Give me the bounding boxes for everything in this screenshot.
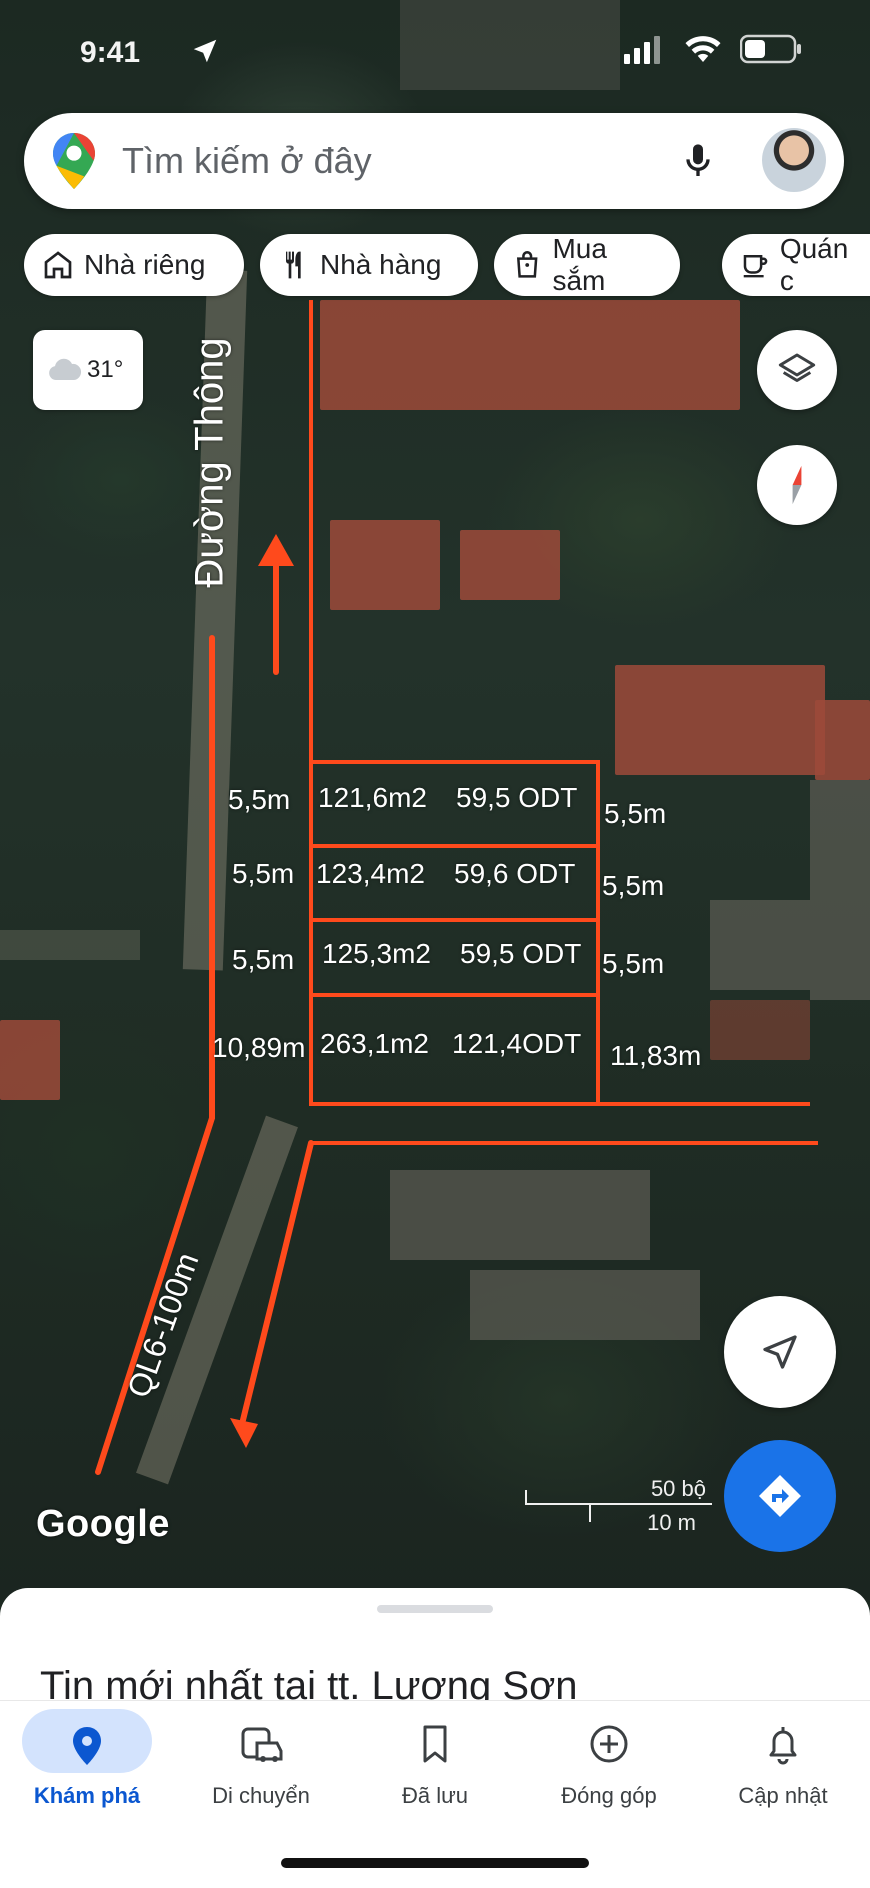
- nav-commute[interactable]: Di chuyển: [174, 1701, 348, 1831]
- lot-right-width: 5,5m: [604, 798, 667, 829]
- nav-saved[interactable]: Đã lưu: [348, 1701, 522, 1831]
- lot-odt: 59,5 ODT: [456, 782, 578, 813]
- lot-right-width: 5,5m: [602, 948, 665, 979]
- search-placeholder: Tìm kiếm ở đây: [122, 140, 372, 181]
- nav-explore-label: Khám phá: [33, 1783, 141, 1808]
- fork-knife-icon: [286, 251, 301, 279]
- maps-pin-logo-icon: [53, 133, 95, 189]
- nav-contribute-label: Đóng góp: [561, 1783, 657, 1808]
- chip-cafe-label: Quán c: [779, 233, 849, 296]
- nav-saved-label: Đã lưu: [401, 1783, 469, 1808]
- layers-button[interactable]: [757, 330, 837, 410]
- lot-odt: 121,4ODT: [452, 1028, 582, 1059]
- layers-icon: [778, 353, 816, 382]
- bell-icon: [769, 1727, 797, 1765]
- chip-restaurants[interactable]: Nhà hàng: [260, 234, 478, 296]
- compass-icon: [792, 465, 802, 505]
- sheet-drag-handle[interactable]: [377, 1605, 493, 1613]
- nav-explore[interactable]: Khám phá: [0, 1701, 174, 1831]
- google-attribution: Google: [36, 1503, 170, 1545]
- signal-icon: [624, 36, 660, 64]
- shopping-bag-icon: [516, 251, 538, 278]
- compass-button[interactable]: [757, 445, 837, 525]
- directions-icon: [759, 1475, 801, 1517]
- nav-commute-label: Di chuyển: [212, 1783, 310, 1808]
- lot-right-width: 5,5m: [602, 870, 665, 901]
- bookmark-icon: [423, 1725, 447, 1763]
- home-indicator: [281, 1858, 589, 1868]
- pin-icon: [73, 1727, 101, 1765]
- weather-widget[interactable]: 31°: [33, 330, 143, 410]
- plus-circle-icon: [590, 1725, 628, 1763]
- map-scale: 50 bộ 10 m: [520, 1476, 712, 1536]
- lot-left-width: 5,5m: [232, 944, 295, 975]
- lot-right-width: 11,83m: [610, 1040, 702, 1071]
- chip-shopping[interactable]: Mua sắm: [494, 233, 680, 296]
- status-time: 9:41: [80, 36, 141, 69]
- nav-updates-label: Cập nhật: [738, 1783, 828, 1808]
- microphone-icon[interactable]: [678, 137, 718, 185]
- lot-area: 125,3m2: [322, 938, 431, 969]
- location-arrow-icon: [193, 39, 217, 63]
- chip-home-label: Nhà riêng: [84, 249, 206, 280]
- lot-left-width: 5,5m: [232, 858, 295, 889]
- nav-updates[interactable]: Cập nhật: [696, 1701, 870, 1831]
- lot-area: 123,4m2: [316, 858, 425, 889]
- search-bar[interactable]: Tìm kiếm ở đây: [24, 113, 844, 209]
- home-icon: [44, 251, 72, 279]
- coffee-cup-icon: [743, 255, 768, 278]
- lot-area: 263,1m2: [320, 1028, 429, 1059]
- scale-bar: [525, 1490, 712, 1522]
- weather-temp: 31°: [87, 356, 124, 383]
- chip-shopping-label: Mua sắm: [552, 233, 607, 296]
- chip-restaurants-label: Nhà hàng: [320, 249, 442, 280]
- road-label: Đường Thông: [187, 337, 232, 588]
- battery-icon: [740, 34, 801, 64]
- avatar[interactable]: [762, 128, 826, 192]
- my-location-button[interactable]: [724, 1296, 836, 1408]
- lot-area: 121,6m2: [318, 782, 427, 813]
- lot-odt: 59,6 ODT: [454, 858, 576, 889]
- directions-button[interactable]: [724, 1440, 836, 1552]
- chip-home[interactable]: Nhà riêng: [24, 234, 244, 296]
- status-bar: 9:41: [0, 0, 870, 100]
- navigation-arrow-icon: [763, 1335, 797, 1369]
- car-icon: [241, 1727, 283, 1762]
- lot-odt: 59,5 ODT: [460, 938, 582, 969]
- chip-cafe[interactable]: Quán c: [722, 233, 870, 296]
- lot-left-width: 10,89m: [212, 1032, 306, 1063]
- bottom-navigation: Khám phá Di chuyển Đã lưu Đóng góp Cập n…: [0, 1700, 870, 1884]
- cloud-icon: [49, 358, 82, 380]
- nav-contribute[interactable]: Đóng góp: [522, 1701, 696, 1831]
- lot-left-width: 5,5m: [228, 784, 291, 815]
- wifi-icon: [685, 36, 721, 62]
